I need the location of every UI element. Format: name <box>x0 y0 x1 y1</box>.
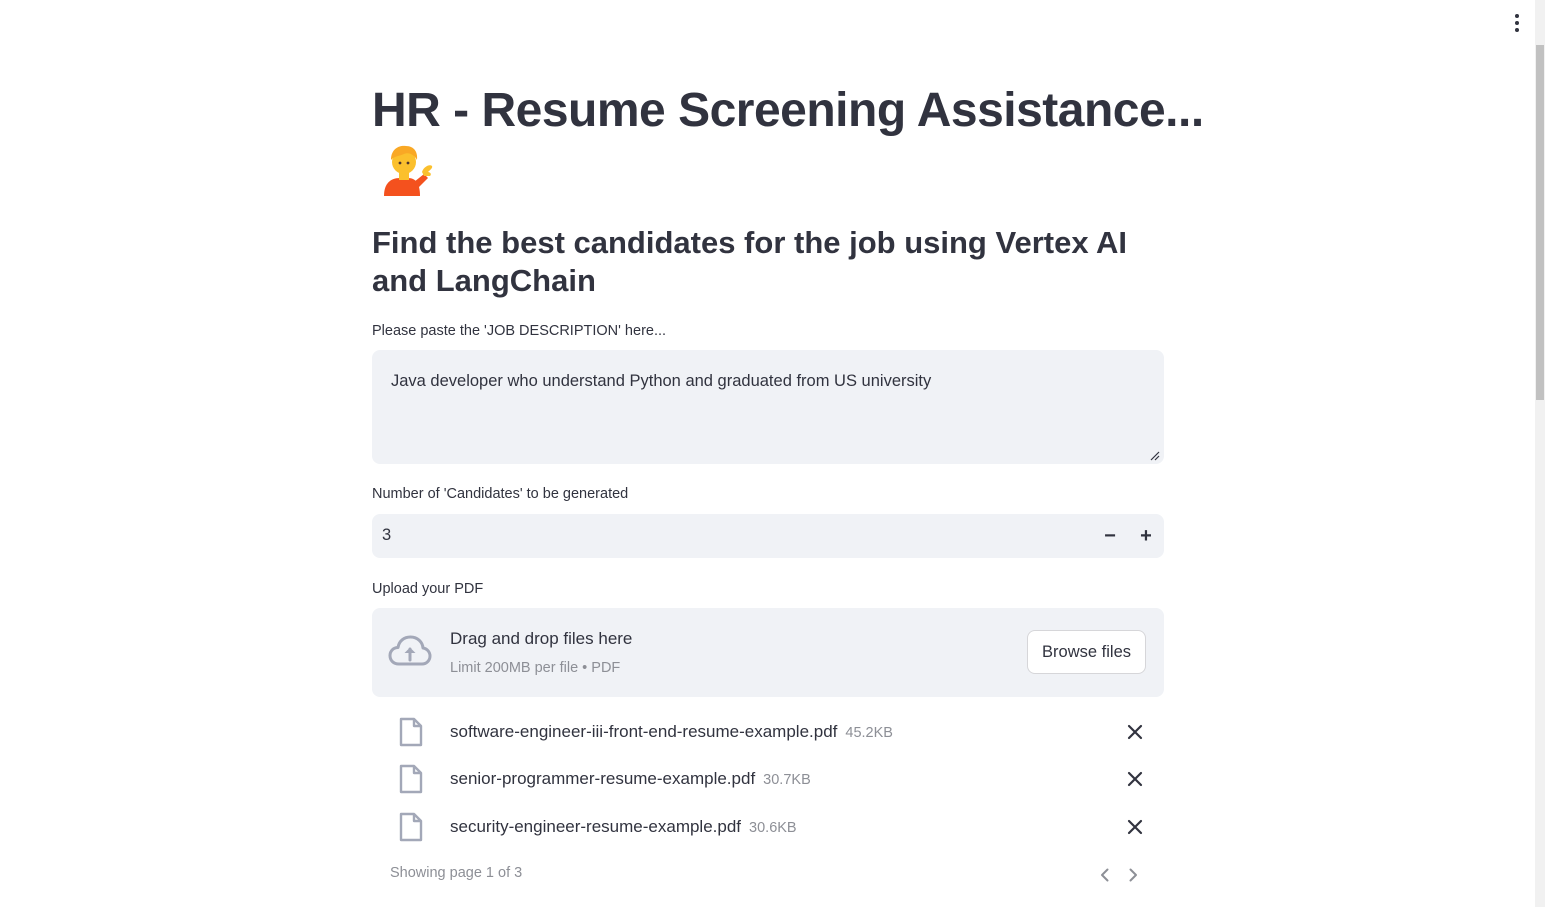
uploaded-file-row: software-engineer-iii-front-end-resume-e… <box>372 713 1164 753</box>
file-size: 30.7KB <box>763 772 811 788</box>
job-description-value: Java developer who understand Python and… <box>391 372 932 390</box>
file-icon <box>399 764 423 794</box>
job-description-textarea[interactable]: Java developer who understand Python and… <box>372 350 1164 464</box>
cloud-upload-icon <box>388 635 432 666</box>
file-dropzone[interactable]: Drag and drop files here Limit 200MB per… <box>372 608 1164 697</box>
app-window: HR - Resume Screening Assistance... Find… <box>0 0 1545 907</box>
increment-button[interactable]: + <box>1132 522 1160 550</box>
browse-files-button[interactable]: Browse files <box>1027 630 1146 674</box>
chevron-right-icon[interactable] <box>1124 866 1142 884</box>
page-subtitle: Find the best candidates for the job usi… <box>372 225 1128 298</box>
file-name: senior-programmer-resume-example.pdf <box>450 769 756 788</box>
dropzone-title: Drag and drop files here <box>450 629 633 648</box>
decrement-button[interactable]: − <box>1096 522 1124 550</box>
job-description-label: Please paste the 'JOB DESCRIPTION' here.… <box>372 323 667 339</box>
person-tipping-hand-emoji <box>384 145 433 196</box>
scrollbar-thumb[interactable] <box>1536 45 1544 400</box>
dropzone-limit: Limit 200MB per file • PDF <box>450 660 621 676</box>
file-name: software-engineer-iii-front-end-resume-e… <box>450 722 838 741</box>
main-menu-button[interactable] <box>1507 10 1527 36</box>
candidates-value[interactable]: 3 <box>382 526 391 545</box>
scrollbar[interactable] <box>1535 0 1545 907</box>
file-name: security-engineer-resume-example.pdf <box>450 817 742 836</box>
uploaded-file-row: security-engineer-resume-example.pdf 30.6… <box>372 808 1164 848</box>
file-icon <box>399 717 423 747</box>
pagination-status: Showing page 1 of 3 <box>390 865 523 881</box>
close-icon[interactable] <box>1126 770 1144 788</box>
kebab-menu-icon <box>1515 14 1519 18</box>
page-title: HR - Resume Screening Assistance... <box>372 84 1204 137</box>
uploaded-file-row: senior-programmer-resume-example.pdf 30.7… <box>372 760 1164 800</box>
file-size: 30.6KB <box>749 820 797 836</box>
close-icon[interactable] <box>1126 723 1144 741</box>
file-icon <box>399 812 423 842</box>
close-icon[interactable] <box>1126 818 1144 836</box>
chevron-left-icon[interactable] <box>1096 866 1114 884</box>
candidates-number-input[interactable]: 3 − + <box>372 514 1164 558</box>
candidates-label: Number of 'Candidates' to be generated <box>372 486 629 502</box>
upload-label: Upload your PDF <box>372 581 484 597</box>
file-size: 45.2KB <box>845 725 893 741</box>
resize-handle-icon[interactable] <box>1150 451 1160 461</box>
